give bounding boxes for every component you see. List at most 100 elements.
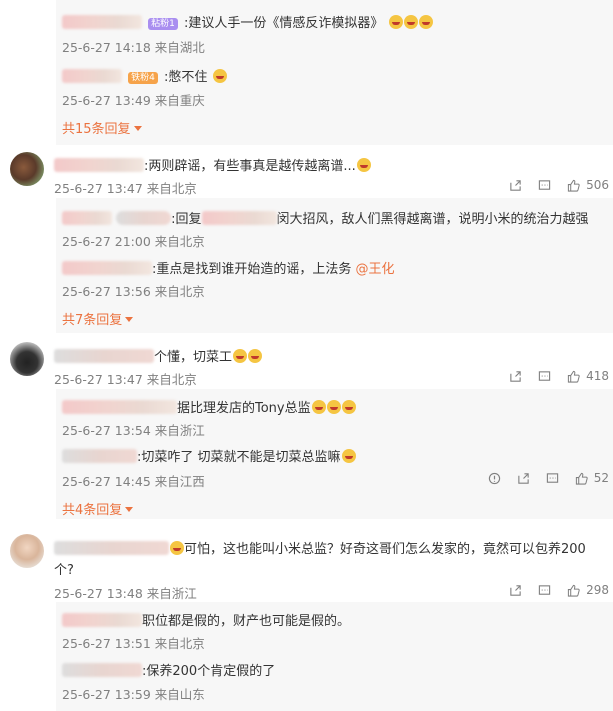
comment-meta: 25-6-27 13:48 来自浙江 (54, 586, 197, 601)
avatar[interactable] (10, 534, 44, 568)
emoji-icon (212, 69, 227, 83)
comment-icon[interactable] (538, 179, 551, 192)
more-replies-link[interactable]: 共7条回复 (62, 309, 134, 328)
emoji-icon (326, 400, 341, 414)
reply-meta: 25-6-27 13:59 来自山东 (62, 687, 205, 702)
reply-item: :切菜咋了 切菜就不能是切菜总监嘛 (62, 446, 356, 465)
reply-block-4: 职位都是假的，财产也可能是假的。 25-6-27 13:51 来自北京 :保养2… (56, 602, 613, 711)
reply-item: 据比理发店的Tony总监 (62, 397, 356, 416)
more-replies-label: 共4条回复 (62, 503, 123, 518)
blurred-username[interactable] (62, 69, 122, 83)
comment-actions: 506 (493, 178, 609, 192)
comment-actions: 298 (493, 583, 609, 597)
emoji-icon (248, 349, 263, 363)
emoji-icon (388, 15, 403, 29)
comment-actions: 418 (493, 369, 609, 383)
blurred-username[interactable] (62, 15, 142, 29)
avatar[interactable] (10, 152, 44, 186)
comment-text: 可怕，这也能叫小米总监？好奇这哥们怎么发家的，竟然可以包养200 (184, 542, 586, 557)
reply-meta: 25-6-27 13:54 来自浙江 (62, 423, 205, 438)
share-icon[interactable] (509, 584, 522, 597)
more-replies-label: 共15条回复 (62, 122, 131, 137)
reply-block-3: 据比理发店的Tony总监 25-6-27 13:54 来自浙江 :切菜咋了 切菜… (56, 389, 613, 519)
emoji-icon (356, 158, 371, 172)
more-replies-label: 共7条回复 (62, 313, 123, 328)
reply-item: 职位都是假的，财产也可能是假的。 (62, 610, 350, 629)
reply-block-2: :回复 闵大招风，敌人们黑得越离谱，说明小米的统治力越强 25-6-27 21:0… (56, 198, 613, 333)
like-count: 418 (586, 369, 609, 383)
emoji-icon (341, 400, 356, 414)
reply-meta: 25-6-27 14:18 来自湖北 (62, 40, 205, 55)
comment-body: :两则辟谣，有些事真是越传越离谱... (54, 155, 371, 174)
reply-meta: 25-6-27 14:45 来自江西 (62, 474, 205, 489)
reply-text: 据比理发店的Tony总监 (177, 401, 311, 416)
blurred-username[interactable] (62, 663, 142, 677)
like-icon[interactable] (567, 584, 580, 597)
emoji-icon (233, 349, 248, 363)
reply-text: 闵大招风，敌人们黑得越离谱，说明小米的统治力越强 (276, 212, 589, 227)
comment-meta: 25-6-27 13:47 来自北京 (54, 372, 197, 387)
reply-meta: 25-6-27 13:49 来自重庆 (62, 93, 205, 108)
avatar[interactable] (10, 342, 44, 376)
reply-item: :保养200个肯定假的了 (62, 660, 275, 679)
fan-badge: 粘粉1 (148, 18, 178, 30)
report-icon[interactable] (488, 472, 501, 485)
reply-meta: 25-6-27 13:56 来自北京 (62, 284, 205, 299)
emoji-icon (170, 541, 184, 555)
share-icon[interactable] (509, 179, 522, 192)
blurred-username[interactable] (62, 613, 142, 627)
comment-text-continued: 个? (54, 563, 74, 578)
reply-prefix: :回复 (171, 212, 202, 227)
reply-text: :憋不住 (164, 70, 208, 85)
more-replies-link[interactable]: 共4条回复 (62, 499, 134, 518)
comment-text: 个懂，切菜工 (154, 350, 233, 365)
like-count: 298 (586, 583, 609, 597)
blurred-username[interactable] (62, 211, 112, 225)
comment-text: :两则辟谣，有些事真是越传越离谱... (144, 159, 356, 174)
reply-item: :重点是找到谁开始造的谣，上法务 @王化 (62, 258, 395, 277)
blurred-username[interactable] (201, 211, 277, 225)
mention-link[interactable]: @王化 (356, 262, 395, 277)
reply-text: 职位都是假的，财产也可能是假的。 (142, 614, 351, 629)
like-count: 52 (593, 471, 609, 485)
comment-body: 个懂，切菜工 (54, 346, 263, 365)
emoji-icon (341, 449, 356, 463)
reply-text: :建议人手一份《情感反诈模拟器》 (184, 16, 384, 31)
reply-item: :回复 闵大招风，敌人们黑得越离谱，说明小米的统治力越强 (62, 208, 589, 227)
emoji-icon (418, 15, 433, 29)
reply-text: :切菜咋了 切菜就不能是切菜总监嘛 (137, 450, 341, 465)
like-icon[interactable] (575, 472, 588, 485)
blurred-username[interactable] (54, 349, 154, 363)
blurred-username[interactable] (62, 400, 177, 414)
reply-text: :重点是找到谁开始造的谣，上法务 (152, 262, 356, 277)
reply-block-1: 粘粉1 :建议人手一份《情感反诈模拟器》 25-6-27 14:18 来自湖北 … (56, 0, 613, 145)
chevron-down-icon (133, 126, 142, 131)
comment-icon[interactable] (538, 370, 551, 383)
reply-actions: 52 (472, 471, 609, 485)
share-icon[interactable] (517, 472, 530, 485)
comment-body: 可怕，这也能叫小米总监？好奇这哥们怎么发家的，竟然可以包养200 (54, 538, 586, 557)
share-icon[interactable] (509, 370, 522, 383)
like-count: 506 (586, 178, 609, 192)
blurred-avatar (116, 211, 172, 225)
chevron-down-icon (125, 317, 134, 322)
reply-item: 铁粉4 :憋不住 (62, 66, 227, 85)
comment-icon[interactable] (546, 472, 559, 485)
fan-badge: 铁粉4 (128, 72, 158, 84)
reply-item: 粘粉1 :建议人手一份《情感反诈模拟器》 (62, 12, 433, 31)
blurred-username[interactable] (54, 158, 144, 172)
comment-meta: 25-6-27 13:47 来自北京 (54, 181, 197, 196)
more-replies-link[interactable]: 共15条回复 (62, 118, 142, 137)
like-icon[interactable] (567, 179, 580, 192)
emoji-icon (403, 15, 418, 29)
reply-meta: 25-6-27 21:00 来自北京 (62, 234, 205, 249)
reply-meta: 25-6-27 13:51 来自北京 (62, 636, 205, 651)
emoji-icon (311, 400, 326, 414)
blurred-username[interactable] (62, 261, 152, 275)
chevron-down-icon (125, 507, 134, 512)
reply-text: :保养200个肯定假的了 (142, 664, 276, 679)
blurred-username[interactable] (62, 449, 137, 463)
blurred-username[interactable] (54, 541, 169, 555)
like-icon[interactable] (567, 370, 580, 383)
comment-icon[interactable] (538, 584, 551, 597)
